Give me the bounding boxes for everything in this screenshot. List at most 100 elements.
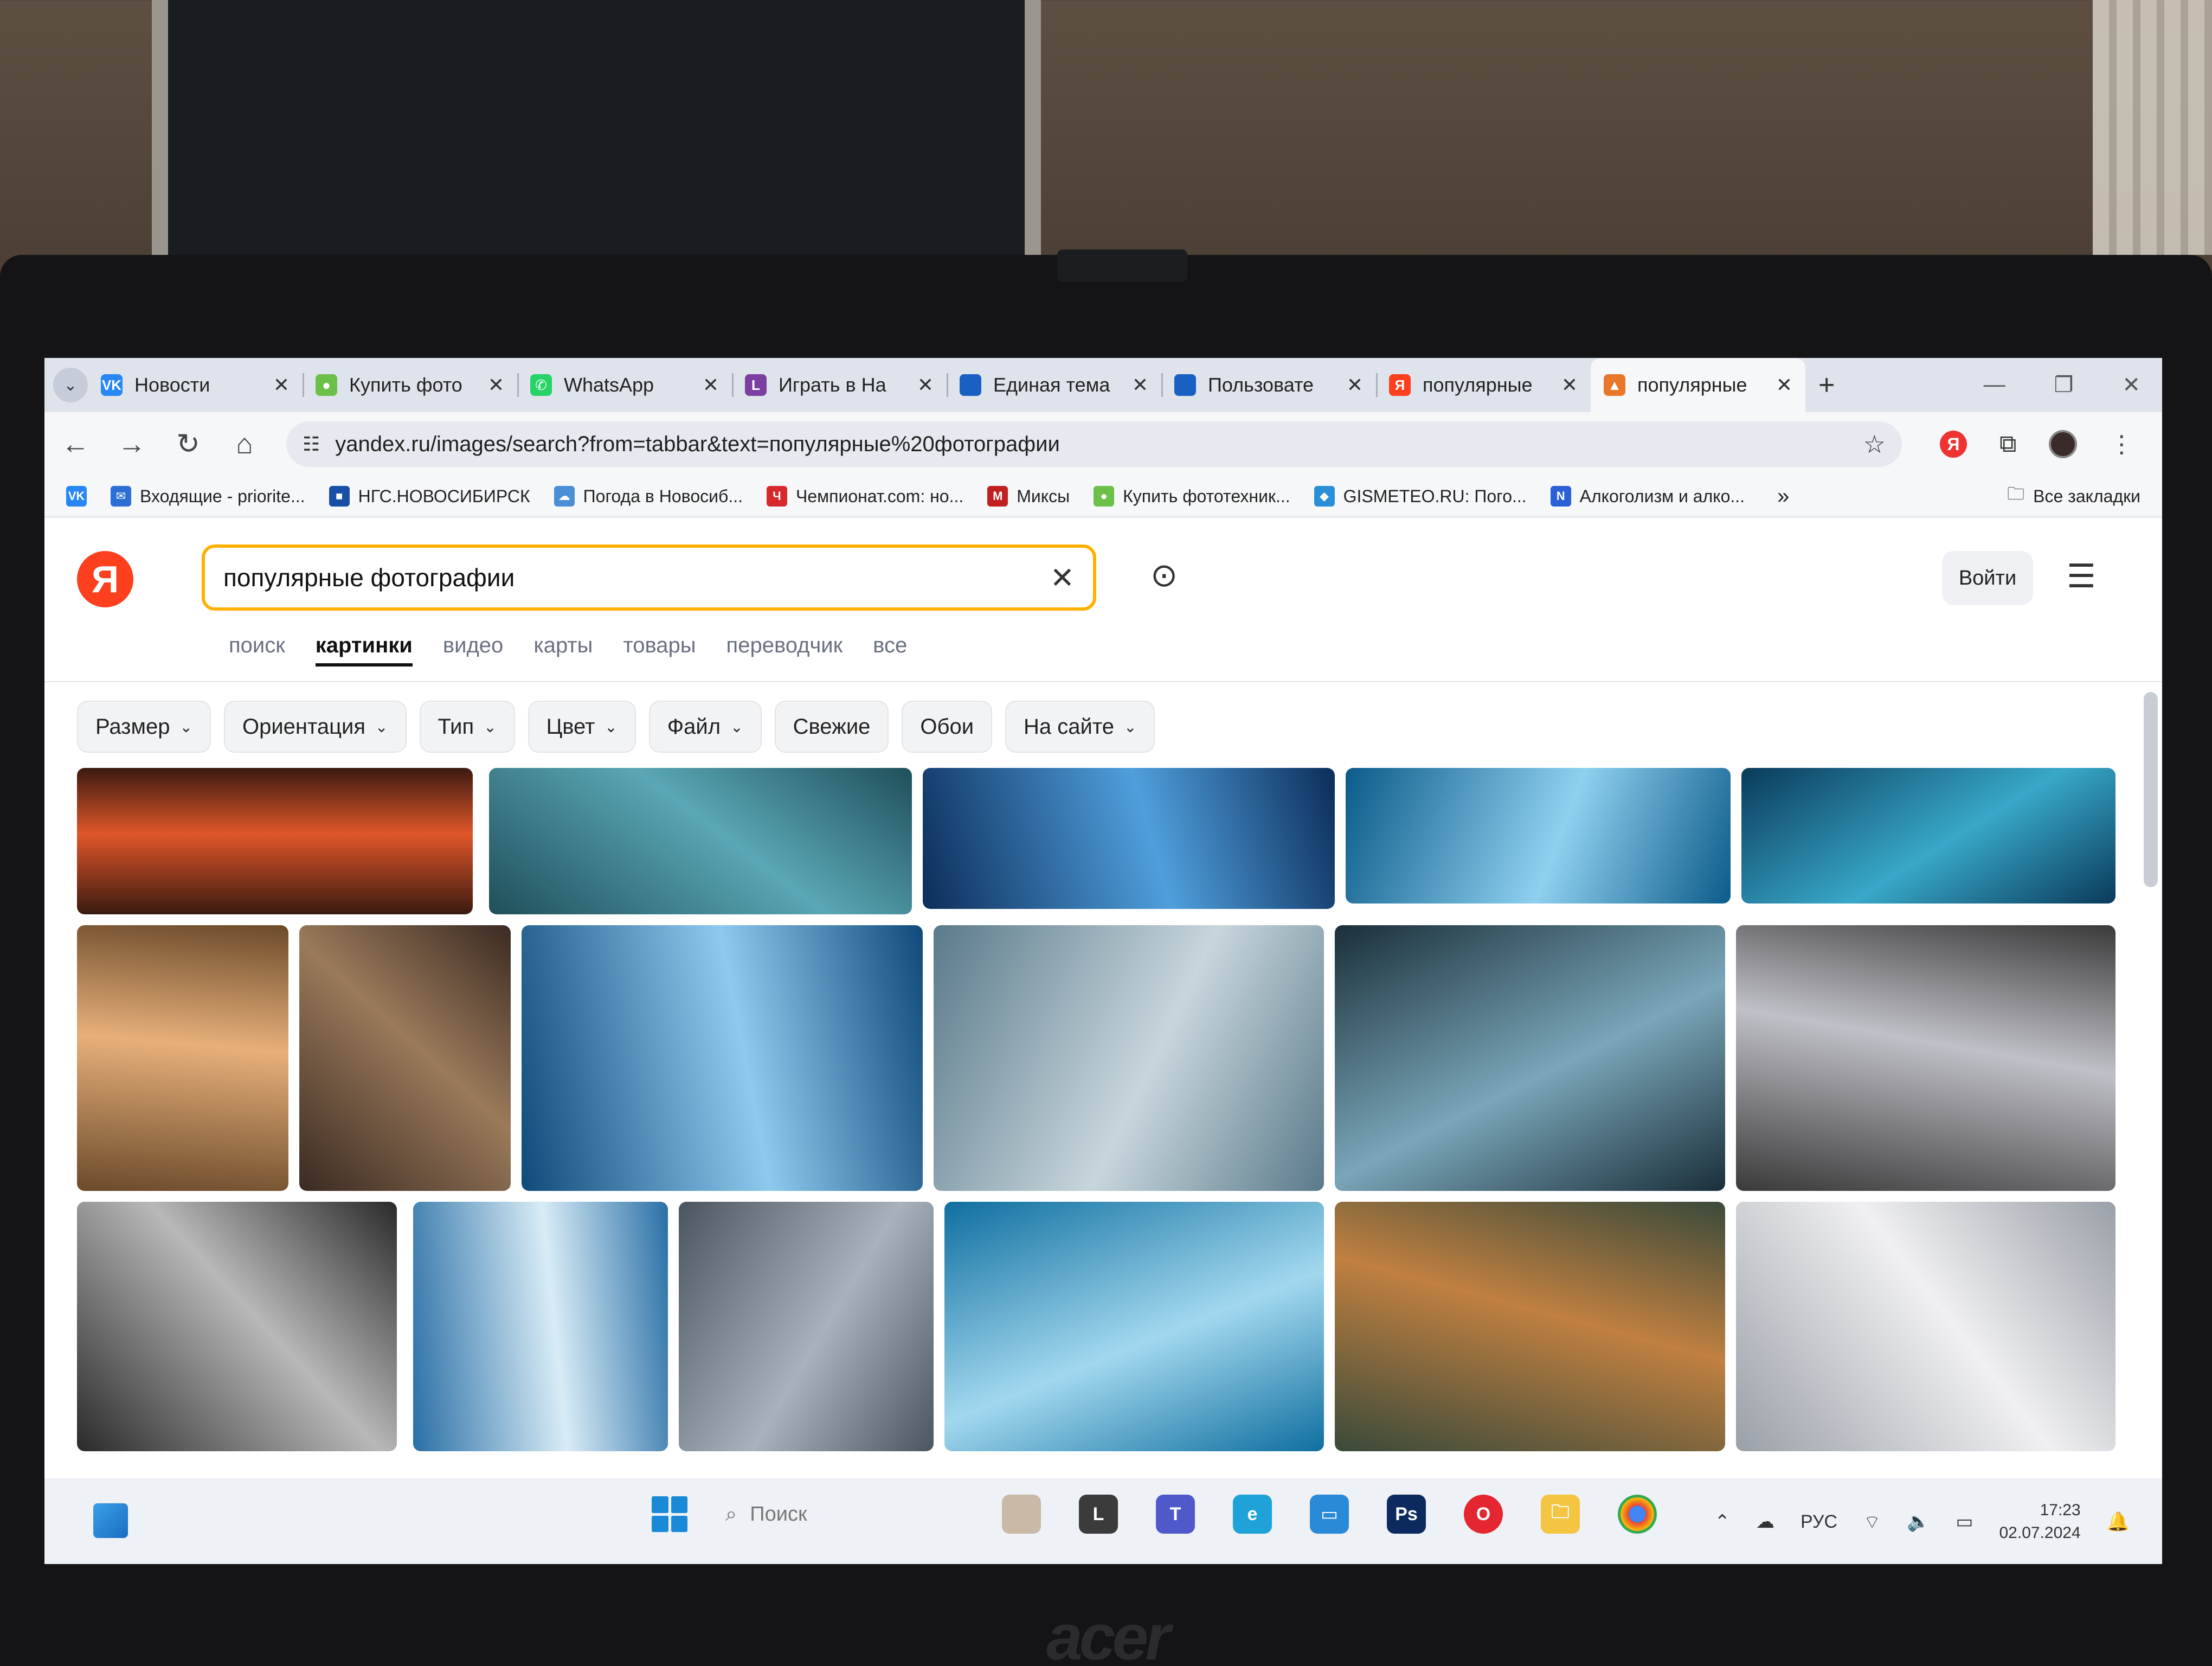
notification-bell-icon[interactable]: 🔔	[2107, 1511, 2130, 1533]
bookmark-item[interactable]: N Алкоголизм и алко...	[1550, 486, 1745, 507]
service-tab[interactable]: видео	[443, 633, 503, 667]
l-app-icon[interactable]: L	[1079, 1495, 1118, 1534]
wave-photographer-thumbnail[interactable]	[413, 1202, 668, 1451]
bookmark-star-icon[interactable]: ☆	[1863, 430, 1886, 459]
close-tab-icon[interactable]: ✕	[273, 374, 290, 396]
yandex-logo[interactable]: Я	[77, 551, 133, 607]
bookmark-item[interactable]: ☁ Погода в Новосиб...	[554, 486, 743, 507]
surfing-wave-thumbnail[interactable]	[1346, 768, 1731, 904]
home-icon[interactable]: ⌂	[230, 428, 259, 460]
close-tab-icon[interactable]: ✕	[1347, 374, 1363, 396]
chrome-icon[interactable]	[1618, 1495, 1657, 1534]
new-tab-button[interactable]: +	[1818, 369, 1835, 401]
child-portrait-thumbnail[interactable]	[679, 1202, 934, 1451]
service-tab[interactable]: переводчик	[726, 633, 843, 667]
reload-icon[interactable]: ↻	[173, 428, 203, 460]
file-explorer-icon[interactable]: 🗀	[1541, 1495, 1580, 1534]
bookmarks-overflow-button[interactable]: »	[1777, 484, 1789, 509]
canyon-river-thumbnail[interactable]	[299, 925, 511, 1191]
underwater-bear-thumbnail[interactable]	[934, 925, 1324, 1191]
misty-mountains-thumbnail[interactable]	[1335, 1202, 1725, 1451]
search-query[interactable]: популярные фотографии	[223, 563, 1050, 592]
battery-icon[interactable]: ▭	[1956, 1511, 1973, 1533]
login-button[interactable]: Войти	[1942, 551, 2033, 605]
bookmark-item[interactable]: ● Купить фототехник...	[1094, 486, 1290, 507]
filter-chip[interactable]: Обои	[902, 701, 993, 753]
bookmark-item[interactable]: Ч Чемпионат.com: но...	[766, 486, 963, 507]
close-tab-icon[interactable]: ✕	[703, 374, 719, 396]
ice-cave-boat-thumbnail[interactable]	[1335, 925, 1725, 1191]
woman-with-dog-bw-thumbnail[interactable]	[77, 1202, 397, 1451]
filter-chip[interactable]: Цвет ⌄	[528, 701, 636, 753]
filter-chip[interactable]: Размер ⌄	[77, 701, 211, 753]
scrollbar-thumb[interactable]	[2144, 692, 2158, 887]
close-tab-icon[interactable]: ✕	[917, 374, 934, 396]
photoshop-icon[interactable]: Ps	[1387, 1495, 1426, 1534]
browser-tab[interactable]: L Играть в На ✕	[732, 358, 947, 412]
lake-reflection-thumbnail[interactable]	[1741, 768, 2115, 904]
browser-tab[interactable]: ● Купить фото ✕	[303, 358, 517, 412]
image-search-camera-icon[interactable]: ⊙	[1150, 556, 1178, 594]
couple-mountains-thumbnail[interactable]	[1736, 925, 2115, 1191]
browser-tab[interactable]: VK Новости ✕	[88, 358, 303, 412]
url-text[interactable]: yandex.ru/images/search?from=tabbar&text…	[335, 432, 1848, 457]
back-icon[interactable]: ←	[61, 428, 90, 460]
widgets-icon[interactable]	[93, 1503, 128, 1538]
language-indicator[interactable]: РУС	[1801, 1511, 1837, 1533]
browser-tab[interactable]: Единая тема ✕	[947, 358, 1161, 412]
service-tab[interactable]: товары	[623, 633, 696, 667]
browser-tab[interactable]: ✆ WhatsApp ✕	[517, 358, 732, 412]
browser-tab[interactable]: ▲ популярные ✕	[1591, 358, 1805, 412]
filter-chip[interactable]: Свежие	[774, 701, 889, 753]
filter-chip[interactable]: Файл ⌄	[648, 701, 762, 753]
teams-icon[interactable]: T	[1156, 1495, 1195, 1534]
frozen-lake-thumbnail[interactable]	[944, 1202, 1324, 1451]
dog-in-water-thumbnail[interactable]	[522, 925, 923, 1191]
service-tab[interactable]: карты	[533, 633, 593, 667]
service-tab[interactable]: картинки	[315, 633, 413, 667]
bookmark-item[interactable]: M Миксы	[987, 486, 1070, 507]
girl-with-dog-thumbnail[interactable]	[77, 925, 288, 1191]
bookmark-item[interactable]: ■ НГС.НОВОСИБИРСК	[329, 486, 530, 507]
man-with-husky-thumbnail[interactable]	[1736, 1202, 2115, 1451]
filter-chip[interactable]: Тип ⌄	[419, 701, 515, 753]
service-tab[interactable]: поиск	[229, 633, 285, 667]
bookmark-item[interactable]: ✉ Входящие - priorite...	[111, 486, 305, 507]
filter-chip[interactable]: На сайте ⌄	[1005, 701, 1155, 753]
browser-tab[interactable]: Япопулярные ✕	[1376, 358, 1591, 412]
profile-avatar[interactable]	[2049, 430, 2078, 458]
vk-bookmark-icon[interactable]: VK	[66, 486, 87, 507]
volume-icon[interactable]: 🔈	[1907, 1511, 1930, 1533]
browser-menu-icon[interactable]: ⋮	[2110, 431, 2133, 458]
site-info-icon[interactable]: ☷	[303, 433, 320, 456]
yandex-extension-icon[interactable]: Я	[1940, 431, 1967, 458]
close-tab-icon[interactable]: ✕	[1132, 374, 1148, 396]
clear-search-icon[interactable]: ✕	[1050, 561, 1075, 595]
opera-icon[interactable]: O	[1464, 1495, 1503, 1534]
hamburger-menu-icon[interactable]: ☰	[2067, 558, 2096, 595]
close-window-icon[interactable]: ✕	[2122, 373, 2140, 398]
minimize-icon[interactable]: —	[1984, 373, 2005, 398]
address-bar[interactable]: ☷ yandex.ru/images/search?from=tabbar&te…	[286, 421, 1902, 467]
tray-chevron-up-icon[interactable]: ⌃	[1714, 1511, 1730, 1533]
monitor-app-icon[interactable]: ▭	[1310, 1495, 1349, 1534]
close-tab-icon[interactable]: ✕	[1776, 374, 1792, 396]
restore-icon[interactable]: ❐	[2054, 373, 2074, 398]
file-app-icon[interactable]	[1002, 1495, 1041, 1534]
extensions-puzzle-icon[interactable]: ⧉	[1999, 431, 2016, 458]
forward-icon[interactable]: →	[117, 428, 146, 460]
close-tab-icon[interactable]: ✕	[1561, 374, 1578, 396]
filter-chip[interactable]: Ориентация ⌄	[223, 701, 407, 753]
taskbar-search[interactable]: ⌕ Поиск	[725, 1503, 964, 1526]
all-bookmarks-button[interactable]: 🗀 Все закладки	[2007, 482, 2140, 511]
clock[interactable]: 17:23 02.07.2024	[1999, 1499, 2081, 1545]
city-night-thumbnail[interactable]	[77, 768, 473, 914]
edge-icon[interactable]: e	[1233, 1495, 1272, 1534]
wifi-icon[interactable]: ⌔	[1863, 1510, 1881, 1534]
mountain-lake-thumbnail[interactable]	[489, 768, 912, 914]
tab-search-button[interactable]: ⌄	[53, 368, 88, 402]
cloud-sync-icon[interactable]: ☁	[1756, 1511, 1774, 1533]
bookmark-item[interactable]: ◆ GISMETEO.RU: Пого...	[1314, 486, 1527, 507]
page-scrollbar[interactable]	[2144, 529, 2158, 1462]
close-tab-icon[interactable]: ✕	[488, 374, 504, 396]
